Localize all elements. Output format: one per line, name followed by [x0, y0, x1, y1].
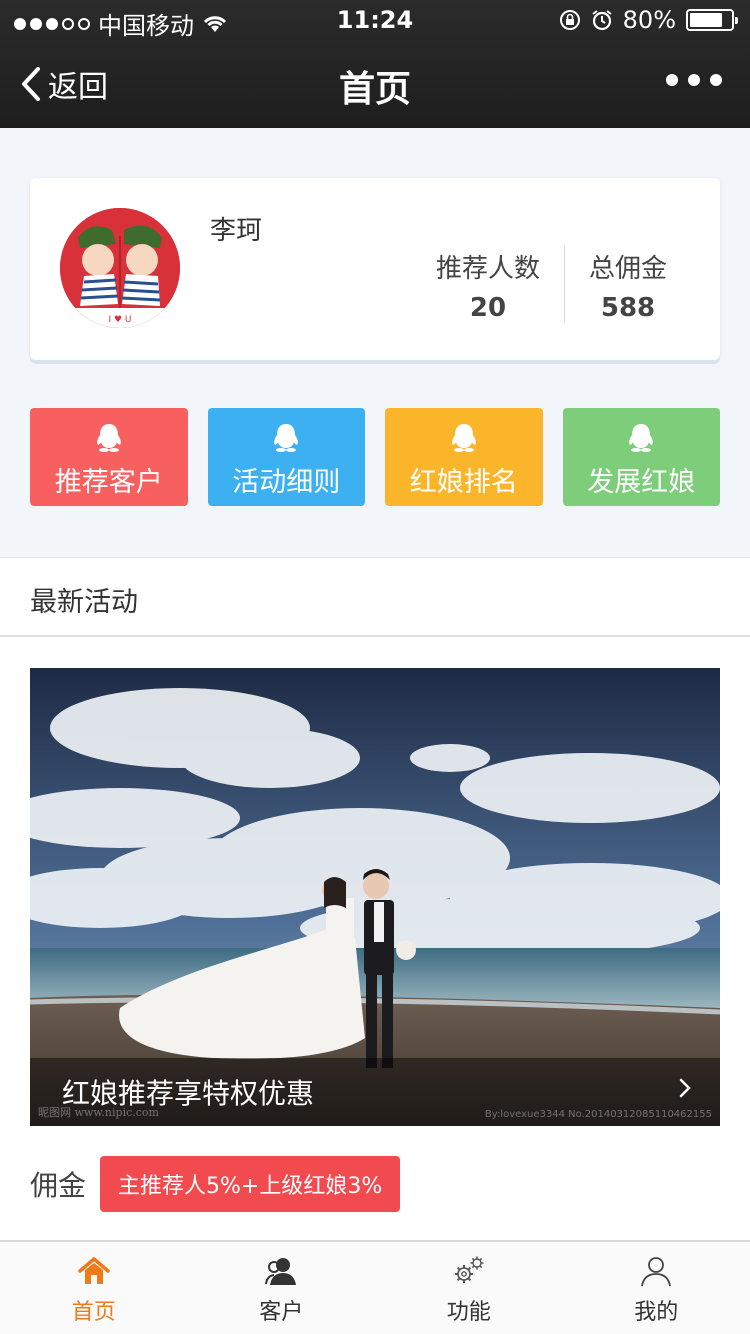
nav-bar: 返回 首页 — [0, 40, 750, 128]
action-label: 活动细则 — [232, 467, 341, 498]
stat-value: 20 — [469, 293, 507, 323]
stat-total-commission[interactable]: 总佣金 588 — [563, 248, 693, 323]
back-label: 返回 — [48, 70, 108, 105]
commission-label: 佣金 — [30, 1169, 87, 1202]
section-title: 最新活动 — [30, 587, 138, 618]
tab-label: 功能 — [446, 1300, 491, 1325]
banner-caption: 红娘推荐享特权优惠 — [30, 1058, 720, 1126]
alarm-icon — [592, 10, 612, 31]
profile-card: I ♥ U 李珂 推荐人数 20 总佣金 588 — [30, 178, 720, 360]
commission-badge: 主推荐人5%+上级红娘3% — [100, 1156, 401, 1212]
tab-mine[interactable]: 我的 — [563, 1242, 750, 1334]
action-label: 发展红娘 — [587, 467, 696, 498]
battery-icon — [686, 9, 738, 31]
user-icon — [641, 1257, 672, 1287]
back-button[interactable]: 返回 — [20, 62, 108, 106]
stat-referral-count[interactable]: 推荐人数 20 — [423, 248, 553, 323]
banner-caption-text: 红娘推荐享特权优惠 — [62, 1077, 315, 1110]
action-label: 红娘排名 — [409, 467, 518, 498]
more-menu-button[interactable] — [666, 74, 722, 86]
page-title: 首页 — [338, 69, 411, 110]
status-right: 80% — [559, 6, 738, 34]
develop-matchmaker-button[interactable]: 发展红娘 — [562, 408, 720, 506]
tab-label: 首页 — [71, 1300, 116, 1325]
stat-label: 总佣金 — [588, 254, 667, 284]
action-label: 推荐客户 — [54, 467, 163, 498]
activity-rules-button[interactable]: 活动细则 — [207, 408, 365, 506]
avatar[interactable]: I ♥ U — [60, 208, 180, 328]
avatar-image: I ♥ U — [60, 208, 180, 328]
tab-functions[interactable]: 功能 — [375, 1242, 563, 1334]
top-bar: 中国移动 11:24 80% 返回 首页 — [0, 0, 750, 128]
tab-customers[interactable]: 客户 — [188, 1242, 376, 1334]
penguin-icon — [629, 424, 654, 452]
signal-strength-icon — [14, 17, 90, 30]
carrier-name: 中国移动 — [98, 12, 194, 40]
battery-level — [690, 13, 722, 27]
gears-icon — [454, 1256, 484, 1283]
matchmaker-ranking-button[interactable]: 红娘排名 — [385, 408, 543, 506]
commission-row: 佣金 主推荐人5%+上级红娘3% — [30, 1156, 401, 1212]
tab-label: 我的 — [634, 1300, 679, 1325]
stat-label: 推荐人数 — [435, 254, 540, 284]
action-buttons: 推荐客户 活动细则 红娘排名 发展红娘 — [30, 408, 720, 506]
customer-icon — [265, 1258, 297, 1285]
rotation-lock-icon — [559, 10, 580, 30]
tab-label: 客户 — [259, 1300, 304, 1325]
wifi-icon — [203, 15, 227, 32]
status-bar: 中国移动 11:24 80% — [0, 0, 750, 40]
svg-text:I ♥ U: I ♥ U — [108, 315, 131, 325]
home-icon — [78, 1257, 110, 1284]
penguin-icon — [274, 424, 299, 452]
more-dots-icon — [666, 74, 678, 86]
activity-banner[interactable]: 昵图网 www.nipic.com By:lovexue3344 No.2014… — [30, 668, 720, 1126]
stat-value: 588 — [600, 293, 656, 323]
user-name: 李珂 — [210, 216, 263, 246]
bottom-tab-bar: 首页 客户 功能 我的 — [0, 1240, 750, 1334]
chevron-left-icon — [22, 67, 40, 101]
recommend-customer-button[interactable]: 推荐客户 — [30, 408, 188, 506]
latest-activity-header: 最新活动 — [0, 557, 750, 637]
tab-home[interactable]: 首页 — [0, 1242, 188, 1334]
chevron-right-icon — [679, 1078, 691, 1098]
status-left: 中国移动 — [14, 6, 228, 41]
penguin-icon — [96, 424, 121, 452]
battery-percent: 80% — [622, 6, 676, 34]
penguin-icon — [451, 424, 476, 452]
